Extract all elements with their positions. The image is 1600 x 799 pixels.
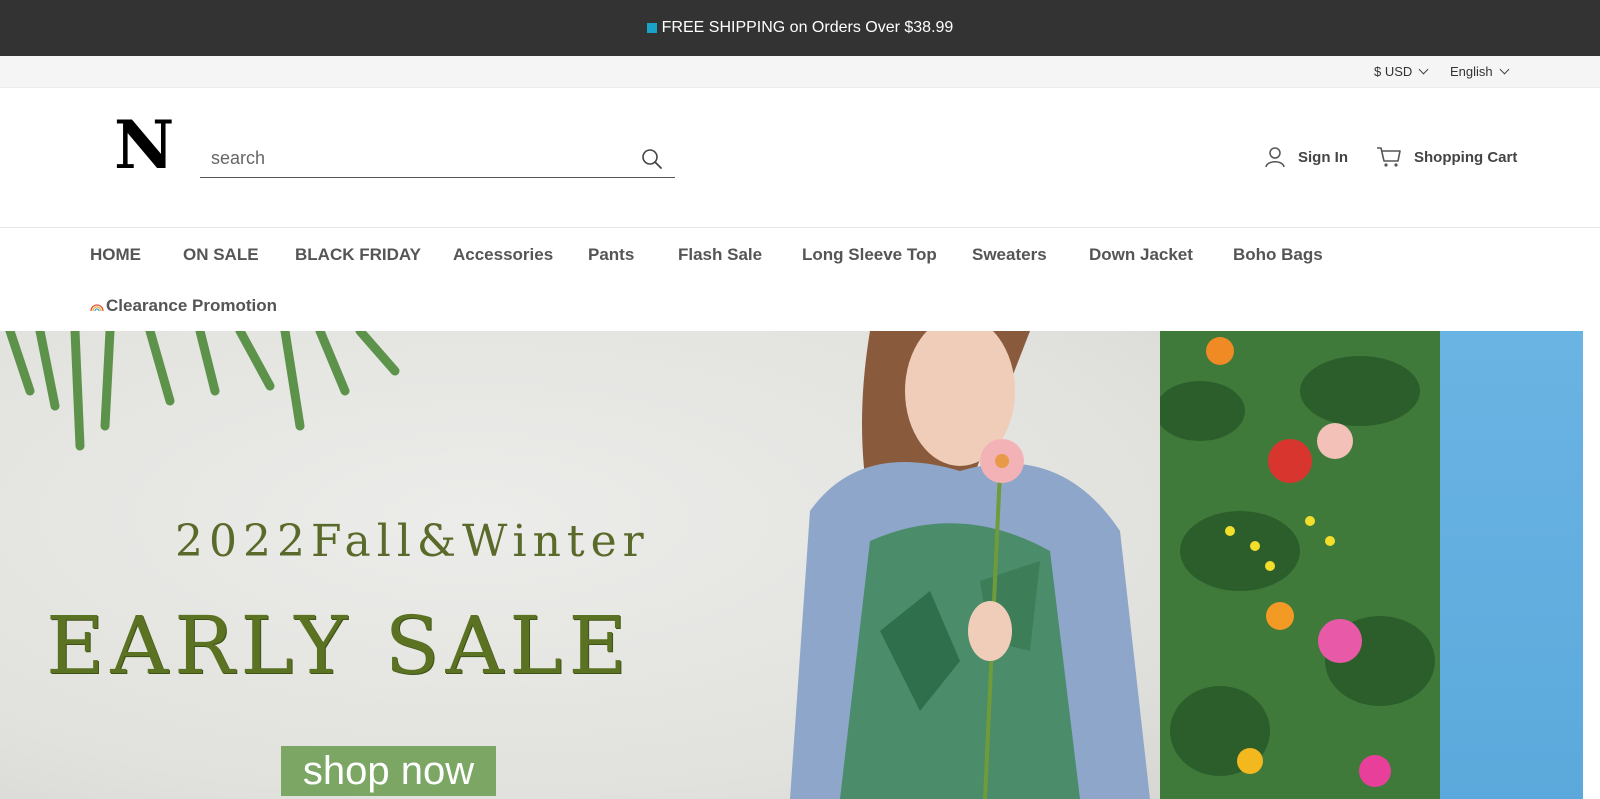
nav-item-long-sleeve-top[interactable]: Long Sleeve Top bbox=[802, 245, 937, 265]
search-input[interactable] bbox=[211, 144, 611, 172]
rainbow-icon bbox=[90, 303, 104, 311]
nav-item-on-sale[interactable]: ON SALE bbox=[183, 245, 259, 265]
nav-item-clearance-promotion[interactable]: Clearance Promotion bbox=[90, 296, 277, 316]
hero-subtitle: 2022Fall&Winter bbox=[175, 516, 650, 567]
user-icon bbox=[1265, 147, 1285, 168]
nav-item-black-friday[interactable]: BLACK FRIDAY bbox=[295, 245, 421, 265]
announcement-text: FREE SHIPPING on Orders Over $38.99 bbox=[661, 19, 954, 36]
chevron-down-icon bbox=[1499, 64, 1510, 75]
nav-item-flash-sale[interactable]: Flash Sale bbox=[678, 245, 762, 265]
nav-item-pants[interactable]: Pants bbox=[588, 245, 634, 265]
palm-leaves-image bbox=[5, 331, 400, 451]
nav-item-down-jacket[interactable]: Down Jacket bbox=[1089, 245, 1193, 265]
language-label: English bbox=[1450, 64, 1493, 79]
hero-title: EARLY SALE bbox=[46, 599, 633, 692]
search-icon[interactable] bbox=[641, 148, 663, 170]
search-bar bbox=[200, 140, 675, 178]
announcement-bar: FREE SHIPPING on Orders Over $38.99 bbox=[0, 0, 1600, 56]
main-navigation: HOME ON SALE BLACK FRIDAY Accessories Pa… bbox=[0, 228, 1600, 331]
nav-item-boho-bags[interactable]: Boho Bags bbox=[1233, 245, 1323, 265]
shopping-cart-label: Shopping Cart bbox=[1414, 148, 1518, 166]
currency-selector[interactable]: $ USD bbox=[1374, 64, 1429, 79]
shopping-cart-link[interactable]: Shopping Cart bbox=[1376, 146, 1517, 168]
announcement-marker-icon bbox=[646, 23, 657, 33]
nav-item-accessories[interactable]: Accessories bbox=[453, 245, 553, 265]
chevron-down-icon bbox=[1418, 64, 1429, 75]
nav-item-sweaters[interactable]: Sweaters bbox=[972, 245, 1047, 265]
cart-icon bbox=[1377, 147, 1401, 167]
site-logo[interactable]: N bbox=[114, 112, 174, 178]
shop-now-button[interactable]: shop now bbox=[281, 746, 496, 796]
sign-in-label: Sign In bbox=[1298, 148, 1348, 166]
nav-item-home[interactable]: HOME bbox=[90, 245, 141, 265]
currency-label: $ USD bbox=[1374, 64, 1413, 79]
flowers-image bbox=[1160, 331, 1440, 799]
language-selector[interactable]: English bbox=[1450, 64, 1510, 79]
clearance-promotion-label: Clearance Promotion bbox=[106, 296, 277, 315]
sign-in-link[interactable]: Sign In bbox=[1264, 146, 1348, 168]
utility-bar: $ USD English bbox=[0, 56, 1600, 88]
site-header: N Sign In Shopping Cart bbox=[0, 88, 1600, 228]
model-image bbox=[790, 331, 1150, 799]
hero-banner[interactable]: 2022Fall&Winter EARLY SALE shop now bbox=[0, 331, 1583, 799]
